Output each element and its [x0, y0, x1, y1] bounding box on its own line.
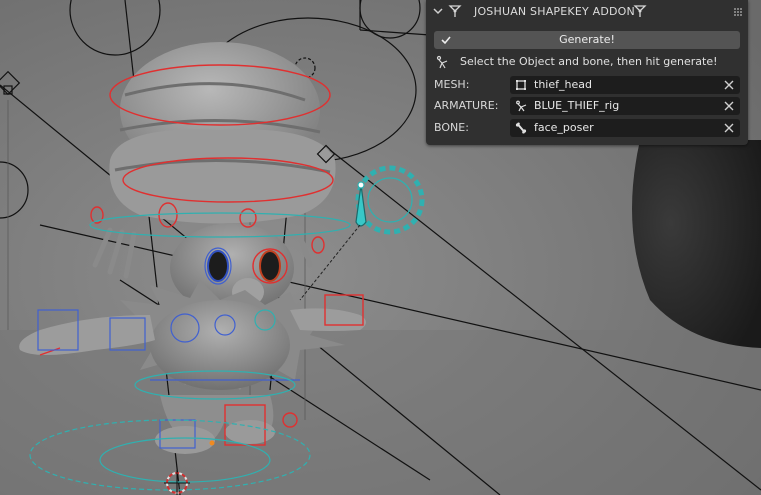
hat-band [109, 129, 336, 224]
armature-field[interactable]: BLUE_THIEF_rig [510, 97, 740, 115]
bone-icon [515, 122, 527, 134]
shape-key-icon-right [633, 5, 647, 17]
clear-armature-icon[interactable] [724, 101, 734, 111]
checkmark-icon [441, 36, 451, 45]
mesh-row: MESH: thief_head [434, 76, 740, 94]
armature-value: BLUE_THIEF_rig [534, 99, 620, 112]
armature-row: ARMATURE: BLUE_THIEF_rig [434, 97, 740, 115]
bone-row: BONE: face_poser [434, 119, 740, 137]
foot-left [155, 426, 215, 454]
armature-pose-icon [436, 55, 448, 69]
mesh-field[interactable]: thief_head [510, 76, 740, 94]
orange-dot [209, 440, 215, 446]
mesh-label: MESH: [434, 78, 470, 91]
hint-text: Select the Object and bone, then hit gen… [460, 55, 718, 68]
eye-right [259, 250, 281, 282]
panel-title: JOSHUAN SHAPEKEY ADDON [474, 5, 635, 18]
bone-field[interactable]: face_poser [510, 119, 740, 137]
mesh-value: thief_head [534, 78, 592, 91]
armature-icon [516, 100, 527, 112]
eye-left [207, 250, 229, 282]
bone-value: face_poser [534, 121, 594, 134]
mesh-icon [516, 80, 526, 90]
shape-key-icon [448, 5, 462, 17]
generate-button-label: Generate! [559, 33, 615, 46]
panel-header[interactable]: JOSHUAN SHAPEKEY ADDON [426, 0, 748, 24]
shapekey-addon-panel: JOSHUAN SHAPEKEY ADDON Generate! Select … [426, 0, 748, 145]
clear-mesh-icon[interactable] [724, 80, 734, 90]
torso [150, 300, 290, 390]
drag-handle-icon[interactable] [732, 6, 744, 18]
chevron-down-icon[interactable] [432, 5, 444, 17]
clear-bone-icon[interactable] [724, 123, 734, 133]
bone-label: BONE: [434, 121, 469, 134]
armature-label: ARMATURE: [434, 99, 499, 112]
generate-button[interactable]: Generate! [434, 31, 740, 49]
ground-shade [0, 330, 761, 495]
